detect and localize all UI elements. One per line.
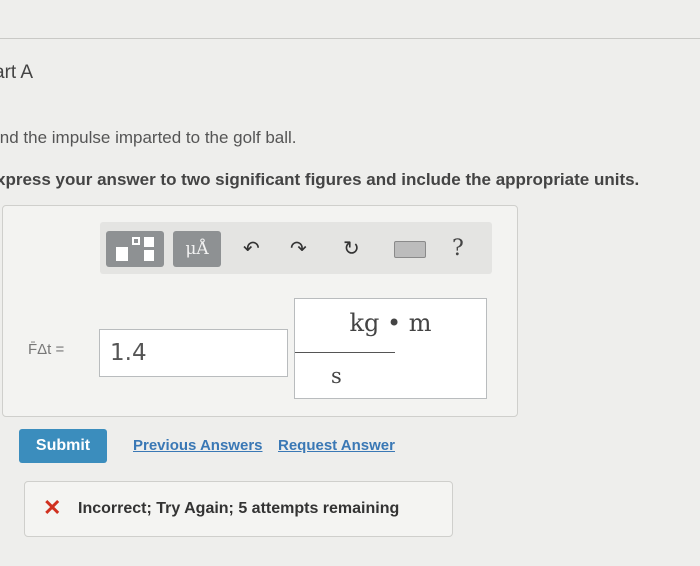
units-input[interactable]: kg • m s [294,298,487,399]
fraction-bar [295,352,395,353]
reset-icon[interactable]: ↻ [343,238,360,260]
units-icon: μÅ [185,239,209,259]
request-answer-link[interactable]: Request Answer [278,437,395,454]
question-text: ind the impulse imparted to the golf bal… [0,128,297,147]
instruction-text: xpress your answer to two significant fi… [0,170,640,189]
units-denominator: s [331,364,342,388]
help-icon[interactable]: ? [452,238,464,260]
keyboard-icon[interactable] [394,241,426,258]
feedback-box: ✕ Incorrect; Try Again; 5 attempts remai… [24,481,453,537]
incorrect-x-icon: ✕ [43,495,62,520]
answer-label: F̄Δt = [28,341,65,358]
top-divider [0,38,700,39]
previous-answers-link[interactable]: Previous Answers [133,437,263,454]
undo-icon[interactable]: ↶ [243,238,260,260]
units-numerator: kg • m [349,309,432,337]
units-button[interactable]: μÅ [173,231,221,267]
answer-value-input[interactable]: 1.4 [99,329,288,377]
part-title: art A [0,62,34,83]
redo-icon[interactable]: ↷ [290,238,307,260]
submit-button[interactable]: Submit [19,429,107,463]
templates-icon [116,237,154,261]
templates-button[interactable] [106,231,164,267]
feedback-text: Incorrect; Try Again; 5 attempts remaini… [78,500,400,517]
math-toolbar: μÅ ↶ ↷ ↻ ? [100,222,492,274]
